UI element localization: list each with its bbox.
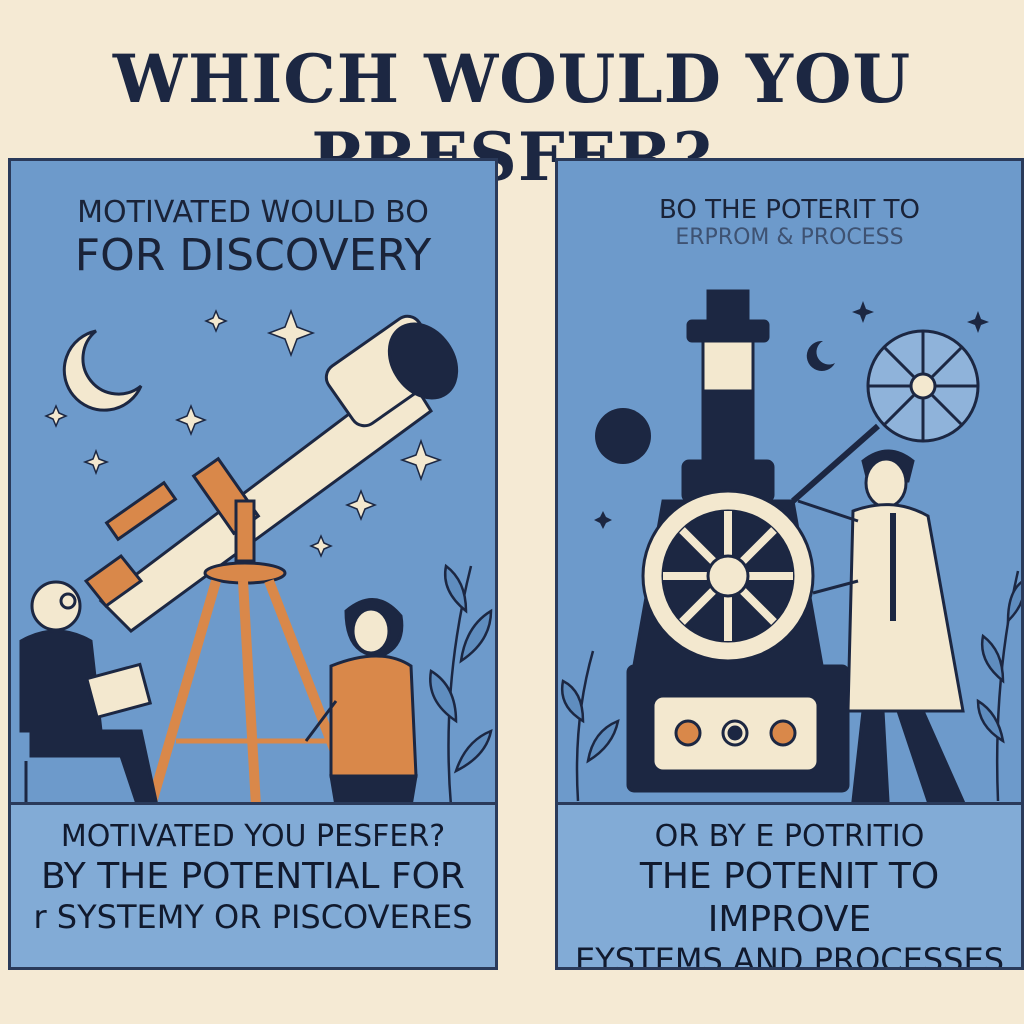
planet-icon <box>595 408 651 464</box>
moon-icon <box>62 329 143 412</box>
right-top-caption-line1: BO THE POTERIT TO <box>659 195 920 225</box>
left-top-caption-line1: MOTIVATED WOULD BO <box>77 195 429 230</box>
right-bottom-line2: THE POTENIT TO IMPROVE <box>639 856 940 941</box>
right-bottom-line1: OR BY E POTRITIO <box>654 819 925 854</box>
plant-icon <box>429 563 493 807</box>
left-bottom-caption: MOTIVATED YOU PESFER? BY THE POTENTIAL F… <box>11 802 495 967</box>
left-bottom-line2: BY THE POTENTIAL FOR <box>41 856 465 897</box>
left-top-caption-line2: FOR DISCOVERY <box>74 230 432 281</box>
gear-icon <box>641 489 815 663</box>
discovery-panel: MOTIVATED WOULD BO FOR DISCOVERY MOTIVAT… <box>8 158 498 970</box>
improvement-panel: BO THE POTERIT TO ERPROM & PROCESS OR BY… <box>555 158 1024 970</box>
standing-person-icon <box>304 598 418 808</box>
left-bottom-line1: MOTIVATED YOU PESFER? <box>60 819 446 854</box>
crescent-icon <box>806 340 835 371</box>
right-top-caption-line2: ERPROM & PROCESS <box>675 225 904 250</box>
right-bottom-caption: OR BY E POTRITIO THE POTENIT TO IMPROVE … <box>558 802 1021 967</box>
right-bottom-line3: EYSTEMS AND PROCESSES <box>574 941 1004 970</box>
left-bottom-line3: r SYSTEMY OR PISCOVERES <box>33 898 473 937</box>
